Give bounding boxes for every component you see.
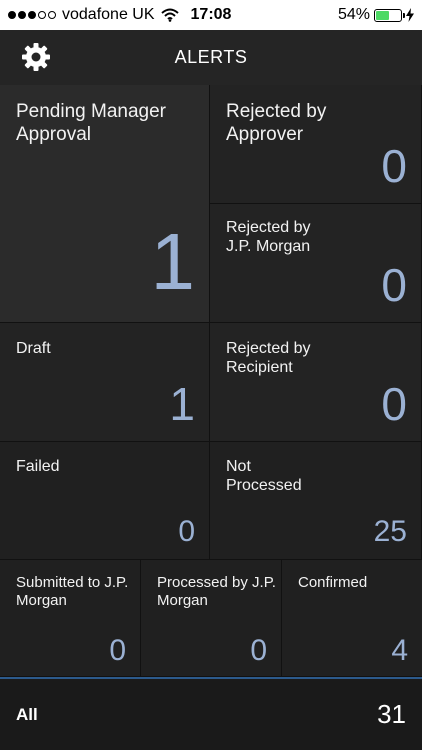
tile-label: Processed by J.P. Morgan bbox=[157, 574, 276, 609]
status-bar: vodafone UK 17:08 54% bbox=[0, 0, 422, 30]
all-alerts-row[interactable]: All 31 bbox=[0, 677, 422, 750]
tile-label: Not Processed bbox=[226, 458, 302, 495]
tile-rejected-by-jp-morgan[interactable]: Rejected by J.P. Morgan 0 bbox=[210, 204, 422, 323]
tile-submitted-to-jp-morgan[interactable]: Submitted to J.P. Morgan 0 bbox=[0, 560, 141, 677]
tile-label: Rejected by J.P. Morgan bbox=[226, 219, 311, 256]
tile-confirmed[interactable]: Confirmed 4 bbox=[282, 560, 422, 677]
battery-percentage: 54% bbox=[337, 6, 370, 23]
tile-label: Submitted to J.P. Morgan bbox=[16, 574, 129, 609]
tile-count: 0 bbox=[250, 634, 267, 667]
battery-group: 54% bbox=[338, 6, 414, 24]
tile-count: 1 bbox=[150, 217, 196, 306]
page-title: ALERTS bbox=[174, 47, 248, 67]
tile-count: 0 bbox=[109, 634, 126, 667]
tile-count: 1 bbox=[169, 378, 195, 430]
tile-label: Rejected by Approver bbox=[226, 101, 327, 145]
battery-fill bbox=[376, 10, 389, 20]
tile-processed-by-jp-morgan[interactable]: Processed by J.P. Morgan 0 bbox=[141, 560, 282, 677]
tile-count: 0 bbox=[381, 378, 407, 430]
tile-label: Rejected by Recipient bbox=[226, 340, 311, 377]
tile-not-processed[interactable]: Not Processed 25 bbox=[210, 442, 422, 560]
tile-draft[interactable]: Draft 1 bbox=[0, 323, 210, 442]
tile-count: 0 bbox=[381, 140, 407, 192]
tile-rejected-by-approver[interactable]: Rejected by Approver 0 bbox=[210, 85, 422, 204]
tile-count: 4 bbox=[391, 634, 408, 667]
tile-failed[interactable]: Failed 0 bbox=[0, 442, 210, 560]
tile-label: Failed bbox=[16, 458, 60, 475]
app-header: ALERTS bbox=[0, 30, 422, 85]
all-count: 31 bbox=[377, 699, 406, 729]
tile-count: 0 bbox=[178, 515, 195, 548]
tile-rejected-by-recipient[interactable]: Rejected by Recipient 0 bbox=[210, 323, 422, 442]
tile-count: 0 bbox=[381, 259, 407, 311]
charging-bolt-icon bbox=[406, 8, 414, 22]
tile-count: 25 bbox=[373, 515, 407, 548]
tile-label: Confirmed bbox=[298, 574, 368, 591]
battery-nub bbox=[403, 12, 405, 18]
tile-label: Pending Manager Approval bbox=[16, 101, 166, 145]
all-label: All bbox=[16, 705, 38, 724]
tile-pending-manager-approval[interactable]: Pending Manager Approval 1 bbox=[0, 85, 210, 323]
battery-icon bbox=[374, 8, 405, 22]
tile-label: Draft bbox=[16, 340, 51, 357]
